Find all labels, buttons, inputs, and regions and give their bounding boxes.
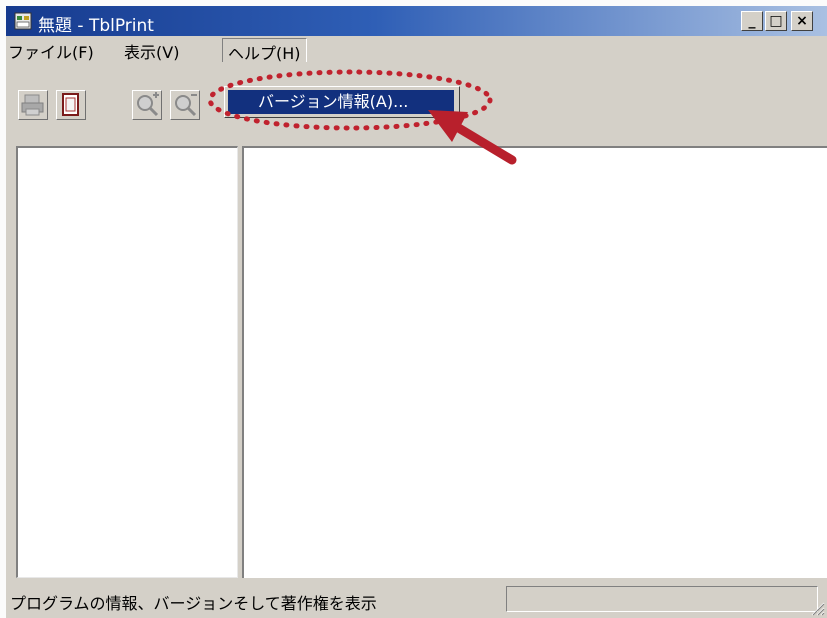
status-bar: プログラムの情報、バージョンそして著作権を表示 <box>6 580 827 618</box>
app-icon[interactable] <box>14 11 34 31</box>
page-icon <box>62 93 79 116</box>
help-dropdown: バージョン情報(A)... <box>224 86 460 118</box>
title-bar[interactable]: 無題 - TblPrint _ □ × <box>6 6 827 36</box>
zoom-in-icon <box>137 92 159 117</box>
zoom-out-button[interactable] <box>170 90 200 120</box>
menu-item-version-info[interactable]: バージョン情報(A)... <box>228 90 454 114</box>
print-icon <box>21 94 44 116</box>
minimize-button[interactable]: _ <box>741 11 763 31</box>
app-window: 無題 - TblPrint _ □ × ファイル(F) 表示(V) ヘルプ(H) <box>6 6 827 618</box>
status-panel <box>506 586 818 612</box>
resize-grip-icon[interactable] <box>809 600 825 616</box>
left-pane[interactable] <box>16 146 238 578</box>
zoom-in-button[interactable] <box>132 90 162 120</box>
zoom-out-icon <box>175 94 197 117</box>
page-button[interactable] <box>56 90 86 120</box>
menu-bar: ファイル(F) 表示(V) ヘルプ(H) <box>6 36 827 66</box>
window-title: 無題 - TblPrint <box>38 16 154 36</box>
status-text: プログラムの情報、バージョンそして著作権を表示 <box>10 594 377 613</box>
menu-view[interactable]: 表示(V) <box>124 39 179 63</box>
print-button[interactable] <box>18 90 48 120</box>
right-pane[interactable] <box>242 146 827 578</box>
menu-file[interactable]: ファイル(F) <box>8 39 94 63</box>
close-button[interactable]: × <box>791 11 813 31</box>
maximize-button[interactable]: □ <box>765 11 787 31</box>
